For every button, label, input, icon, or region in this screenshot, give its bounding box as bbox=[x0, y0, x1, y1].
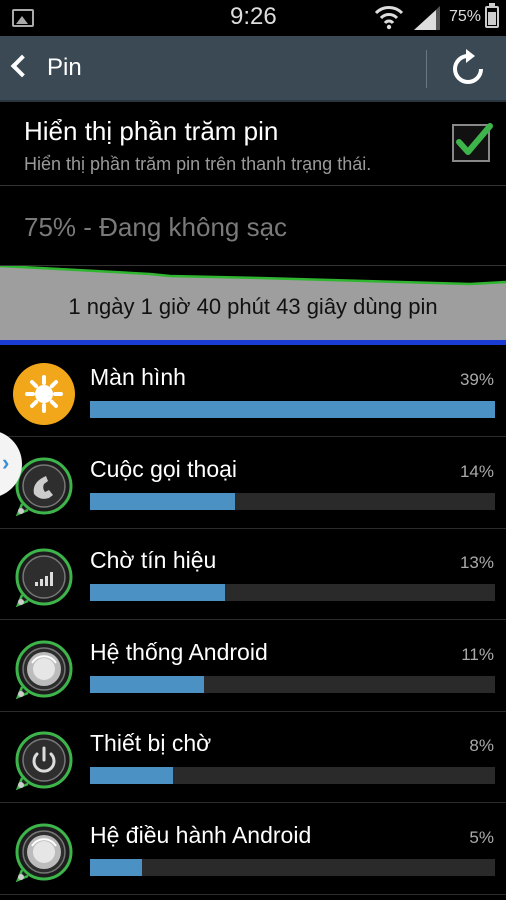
usage-bar-track bbox=[90, 584, 495, 601]
usage-item-percent: 14% bbox=[459, 461, 494, 481]
chevron-right-icon: › bbox=[2, 450, 10, 475]
usage-item-name: Màn hình bbox=[90, 364, 186, 390]
usage-summary: 1 ngày 1 giờ 40 phút 43 giây dùng pin bbox=[68, 294, 438, 319]
usage-item[interactable]: Màn hình 39% bbox=[0, 346, 506, 437]
check-icon bbox=[456, 123, 493, 155]
usage-bar-track bbox=[90, 401, 495, 418]
refresh-button[interactable] bbox=[440, 44, 496, 94]
usage-bar-track bbox=[90, 858, 495, 876]
usage-item-percent: 5% bbox=[469, 827, 494, 847]
usage-item[interactable]: Hệ thống Android 11% bbox=[0, 621, 506, 712]
brightness-icon bbox=[12, 362, 76, 426]
setting-subtitle: Hiển thị phần trăm pin trên thanh trạng … bbox=[24, 154, 372, 174]
usage-bar-track bbox=[90, 767, 495, 784]
battery-icon bbox=[485, 3, 499, 28]
android-os-icon bbox=[12, 820, 76, 884]
action-bar: Pin bbox=[0, 36, 506, 102]
usage-item[interactable]: Thiết bị chờ 8% bbox=[0, 712, 506, 803]
usage-bar-fill bbox=[90, 767, 174, 784]
signal-icon bbox=[414, 6, 440, 30]
setting-title: Hiển thị phần trăm pin bbox=[24, 116, 279, 146]
status-bar: 9:26 75% bbox=[0, 0, 506, 36]
usage-item-name: Hệ điều hành Android bbox=[90, 821, 312, 848]
gallery-notification-icon bbox=[12, 9, 34, 27]
usage-item[interactable]: Chờ tín hiệu 13% bbox=[0, 529, 506, 620]
usage-bar-track bbox=[90, 492, 495, 510]
battery-status-row: 75% - Đang không sạc bbox=[0, 186, 506, 266]
usage-item[interactable]: Cuộc gọi thoại 14% bbox=[0, 438, 506, 529]
battery-percent-text: 75% bbox=[449, 8, 482, 25]
graph-divider bbox=[0, 340, 506, 345]
usage-item-percent: 11% bbox=[461, 644, 494, 664]
usage-bar-fill bbox=[90, 675, 205, 693]
battery-level-fill bbox=[488, 11, 496, 25]
power-icon bbox=[12, 728, 76, 792]
usage-bar-fill bbox=[90, 858, 142, 876]
show-percentage-setting[interactable]: Hiển thị phần trăm pin Hiển thị phần tră… bbox=[0, 102, 506, 186]
show-percentage-checkbox[interactable] bbox=[452, 123, 493, 162]
back-button[interactable]: Pin bbox=[0, 36, 110, 102]
usage-bar-fill bbox=[90, 584, 225, 601]
status-time: 9:26 bbox=[230, 3, 277, 30]
usage-bar-fill bbox=[90, 401, 495, 418]
usage-item-percent: 8% bbox=[469, 736, 494, 755]
usage-bar-track bbox=[90, 675, 495, 693]
android-system-icon bbox=[12, 637, 76, 701]
signal-icon bbox=[12, 545, 76, 609]
usage-item-percent: 39% bbox=[459, 370, 494, 389]
usage-item-name: Hệ thống Android bbox=[90, 638, 268, 665]
usage-bar-fill bbox=[90, 492, 236, 510]
wifi-icon bbox=[374, 6, 404, 30]
chevron-left-icon bbox=[10, 54, 34, 78]
usage-item-name: Cuộc gọi thoại bbox=[90, 455, 238, 482]
usage-item-percent: 13% bbox=[459, 553, 494, 572]
battery-status-text: 75% - Đang không sạc bbox=[24, 212, 288, 242]
refresh-icon bbox=[453, 49, 483, 84]
usage-item[interactable]: Hệ điều hành Android 5% bbox=[0, 804, 506, 895]
usage-item-name: Thiết bị chờ bbox=[90, 730, 212, 756]
page-title: Pin bbox=[47, 54, 82, 81]
usage-item-name: Chờ tín hiệu bbox=[90, 547, 217, 573]
action-bar-divider bbox=[426, 50, 427, 88]
